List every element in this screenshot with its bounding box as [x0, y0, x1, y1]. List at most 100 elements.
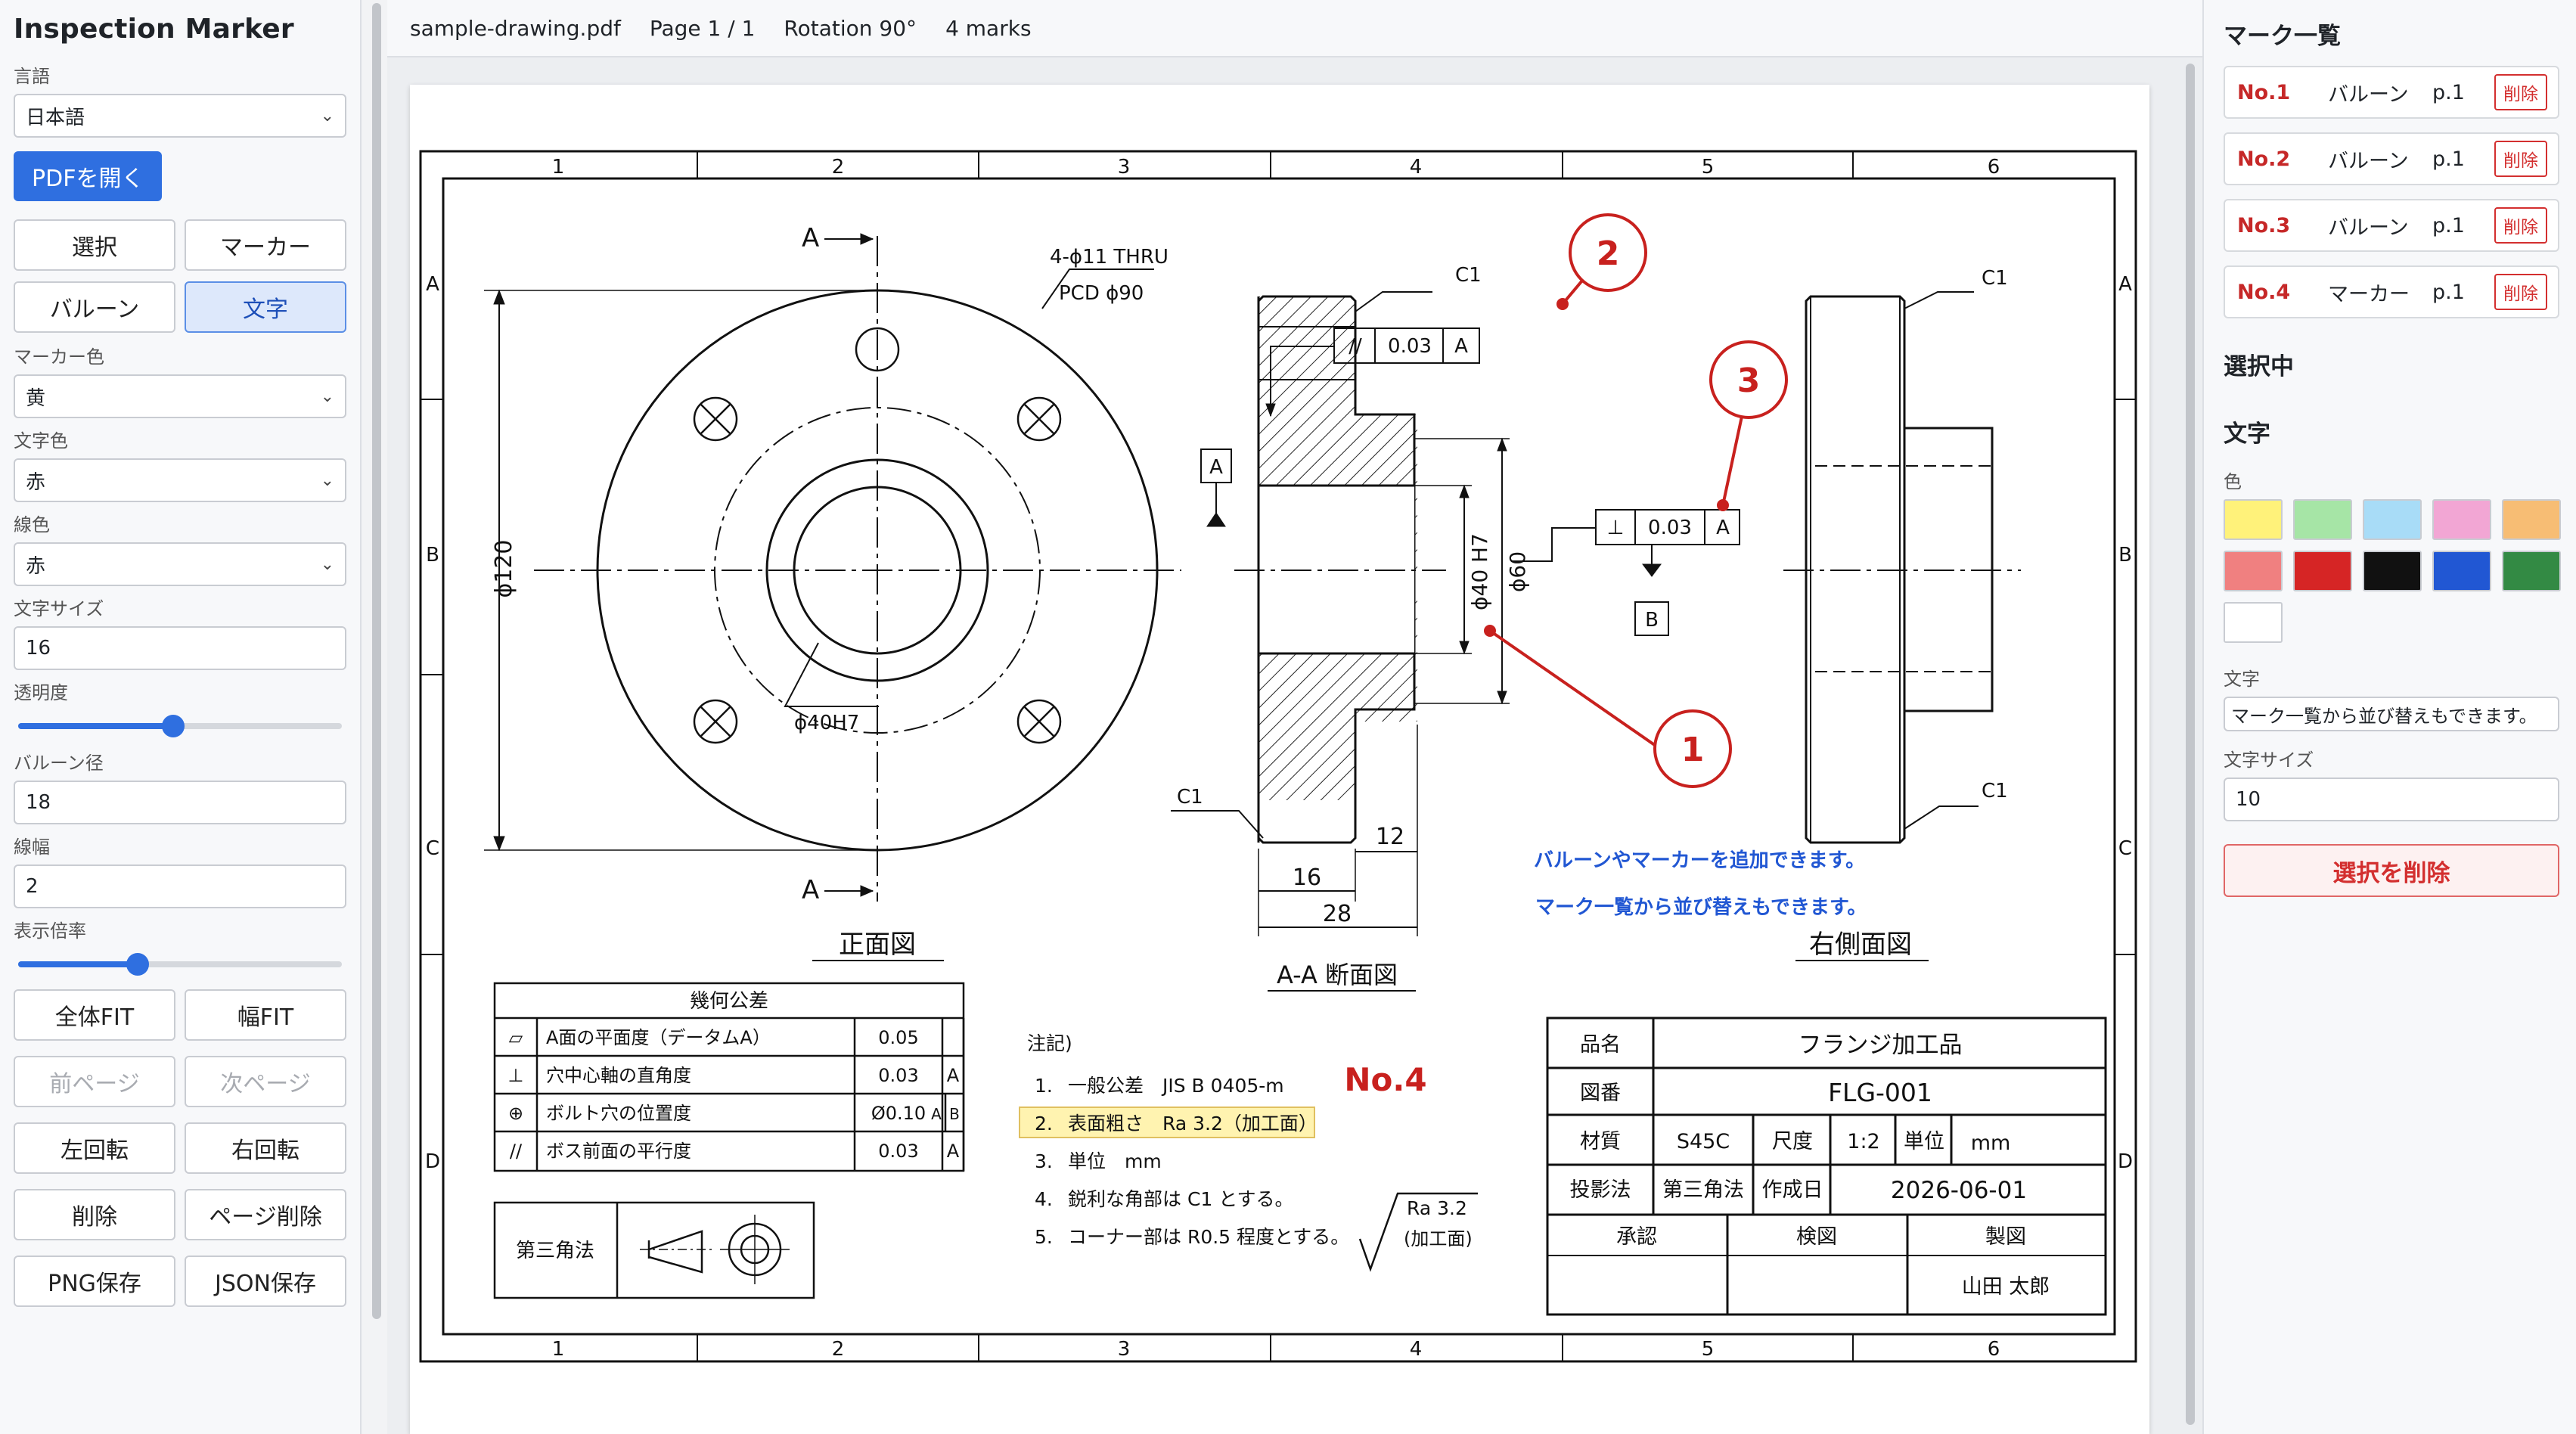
color-swatch[interactable]: [2363, 499, 2422, 540]
app-title: Inspection Marker: [14, 14, 294, 45]
chevron-down-icon: ⌄: [320, 106, 334, 126]
color-swatch[interactable]: [2293, 551, 2352, 591]
opacity-label: 透明度: [14, 682, 68, 703]
line-color-select[interactable]: 赤 ⌄: [14, 542, 346, 586]
color-swatch[interactable]: [2432, 551, 2491, 591]
color-swatch[interactable]: [2502, 551, 2561, 591]
slider-knob[interactable]: [162, 715, 185, 737]
geo-row-symbol: ⊕: [508, 1103, 523, 1124]
mark-page: p.1: [2432, 213, 2465, 237]
geo-row-name: 穴中心軸の直角度: [546, 1065, 691, 1086]
left-scrollbar[interactable]: [369, 0, 384, 1434]
next-page-button[interactable]: 次ページ: [185, 1056, 346, 1107]
mark-type: バルーン: [2328, 82, 2409, 107]
mark-page: p.1: [2432, 147, 2465, 171]
color-swatch[interactable]: [2224, 499, 2283, 540]
mark-delete-button[interactable]: 削除: [2494, 74, 2547, 110]
mark-list-item[interactable]: No.4 マーカー p.1 削除: [2224, 265, 2559, 318]
delete-page-button[interactable]: ページ削除: [185, 1189, 346, 1240]
color-swatch[interactable]: [2502, 499, 2561, 540]
chevron-down-icon: ⌄: [320, 386, 334, 406]
mark-delete-button[interactable]: 削除: [2494, 207, 2547, 244]
geo-row-datum: A: [931, 1105, 942, 1123]
save-json-button[interactable]: JSON保存: [185, 1256, 346, 1307]
fcf-symbol: ⊥: [1607, 517, 1625, 539]
opacity-slider[interactable]: [18, 710, 342, 740]
geo-row-name: ボス前面の平行度: [546, 1141, 691, 1162]
mark-page: p.1: [2432, 80, 2465, 104]
right-view: [1783, 291, 2021, 844]
font-size-input[interactable]: 16: [14, 626, 346, 670]
view-title-front: 正面図: [839, 930, 916, 960]
col-label: 6: [1988, 156, 2000, 178]
mark-type: マーカー: [2328, 282, 2410, 306]
row-label: A: [426, 273, 439, 296]
text-color-select[interactable]: 赤 ⌄: [14, 458, 346, 502]
mark-type: バルーン: [2328, 149, 2409, 173]
row-label: C: [2118, 837, 2132, 860]
tool-balloon-button[interactable]: バルーン: [14, 281, 175, 333]
annotation-size-input[interactable]: 10: [2224, 778, 2559, 821]
balloon-diameter-input[interactable]: 18: [14, 781, 346, 824]
mark-list-item[interactable]: No.2 バルーン p.1 削除: [2224, 132, 2559, 185]
tool-text-button[interactable]: 文字: [185, 281, 346, 333]
zoom-slider[interactable]: [18, 948, 342, 979]
viewer-scrollbar[interactable]: [2184, 64, 2196, 1425]
mark-list-item[interactable]: No.3 バルーン p.1 削除: [2224, 199, 2559, 252]
mark-delete-button[interactable]: 削除: [2494, 274, 2547, 310]
color-swatch[interactable]: [2224, 602, 2283, 643]
rotate-right-button[interactable]: 右回転: [185, 1122, 346, 1174]
title-block: [1546, 1017, 2107, 1316]
geo-table-title: 幾何公差: [690, 990, 768, 1013]
marker-color-select[interactable]: 黄 ⌄: [14, 374, 346, 418]
row-label: D: [425, 1150, 440, 1173]
marker-label-no4[interactable]: No.4: [1344, 1061, 1426, 1098]
language-select[interactable]: 日本語 ⌄: [14, 94, 346, 138]
row-label: B: [426, 544, 439, 566]
fcf-value: 0.03: [1648, 517, 1692, 539]
color-swatch[interactable]: [2293, 499, 2352, 540]
color-swatch[interactable]: [2363, 551, 2422, 591]
prev-page-button[interactable]: 前ページ: [14, 1056, 175, 1107]
slider-knob[interactable]: [126, 953, 150, 976]
geo-row-datum: A: [947, 1065, 960, 1086]
text-annotation-1[interactable]: バルーンやマーカーを追加できます。: [1534, 849, 1865, 872]
annotation-text-input[interactable]: マーク一覧から並び替えもできます。: [2224, 697, 2559, 731]
color-swatch[interactable]: [2432, 499, 2491, 540]
scrollbar-thumb[interactable]: [372, 3, 381, 1319]
col-label: 1: [552, 1338, 565, 1361]
note-number: 5.: [1035, 1226, 1053, 1248]
mark-delete-button[interactable]: 削除: [2494, 141, 2547, 177]
tool-marker-button[interactable]: マーカー: [185, 219, 346, 271]
mark-count: 4 marks: [945, 15, 1032, 41]
rotate-left-button[interactable]: 左回転: [14, 1122, 175, 1174]
mark-type: バルーン: [2328, 216, 2409, 240]
geo-row-value: 0.03: [878, 1065, 918, 1086]
open-pdf-button[interactable]: PDFを開く: [14, 151, 163, 201]
line-width-input[interactable]: 2: [14, 864, 346, 908]
pdf-page[interactable]: 1 2 3 4 5 6 1 2 3 4 5 6 A B C D A B C D …: [410, 85, 2149, 1434]
tb-approve: 承認: [1616, 1225, 1657, 1249]
delete-selected-button[interactable]: 選択を削除: [2224, 844, 2559, 897]
text-annotation-2[interactable]: マーク一覧から並び替えもできます。: [1535, 896, 1867, 919]
text-label: 文字: [2224, 669, 2260, 690]
tb-date-value: 2026-06-01: [1891, 1177, 2027, 1204]
line-color-label: 線色: [14, 514, 50, 535]
delete-button[interactable]: 削除: [14, 1189, 175, 1240]
fit-width-button[interactable]: 幅FIT: [185, 989, 346, 1041]
save-png-button[interactable]: PNG保存: [14, 1256, 175, 1307]
color-swatch[interactable]: [2224, 551, 2283, 591]
tool-select-button[interactable]: 選択: [14, 219, 175, 271]
right-panel: マーク一覧 No.1 バルーン p.1 削除 No.2 バルーン p.1 削除 …: [2202, 0, 2576, 1434]
fit-all-button[interactable]: 全体FIT: [14, 989, 175, 1041]
balloon-annotations[interactable]: [1484, 213, 1788, 788]
mark-list-item[interactable]: No.1 バルーン p.1 削除: [2224, 66, 2559, 119]
balloon-2[interactable]: 2: [1597, 234, 1620, 273]
technical-drawing[interactable]: 1 2 3 4 5 6 1 2 3 4 5 6 A B C D A B C D …: [410, 85, 2149, 1434]
rotation-indicator: Rotation 90°: [784, 15, 917, 41]
balloon-1[interactable]: 1: [1681, 731, 1705, 769]
line-width-label: 線幅: [14, 836, 50, 858]
balloon-3[interactable]: 3: [1737, 362, 1761, 400]
scrollbar-thumb[interactable]: [2186, 64, 2195, 1425]
note-number: 2.: [1035, 1113, 1053, 1134]
